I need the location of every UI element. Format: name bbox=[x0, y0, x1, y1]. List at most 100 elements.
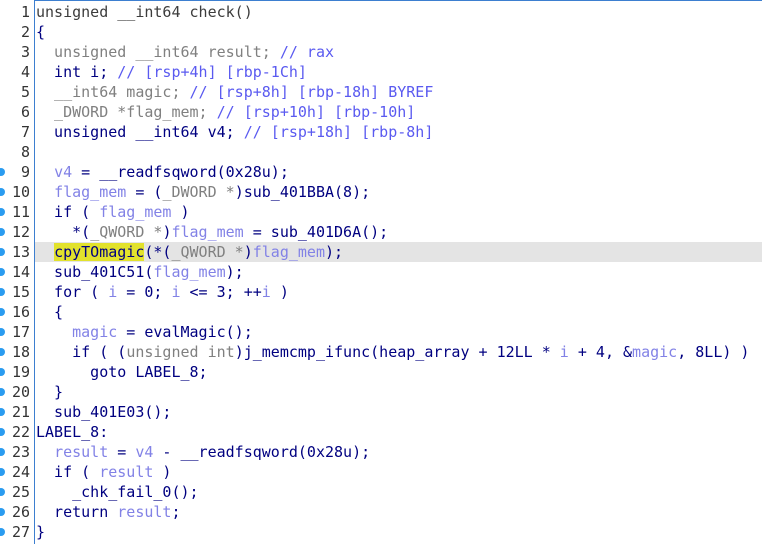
code-token[interactable]: sub_401C51( bbox=[36, 263, 153, 281]
code-token[interactable]: { bbox=[36, 23, 45, 41]
code-line[interactable]: _chk_fail_0(); bbox=[35, 482, 762, 502]
code-token[interactable]: _DWORD * bbox=[162, 183, 234, 201]
code-line[interactable]: int i; // [rsp+4h] [rbp-1Ch] bbox=[35, 62, 762, 82]
code-line[interactable]: v4 = __readfsqword(0x28u); bbox=[35, 162, 762, 182]
code-token[interactable] bbox=[36, 183, 54, 201]
code-token[interactable]: ); bbox=[226, 263, 244, 281]
code-token[interactable]: // [rsp+8h] [rbp-18h] BYREF bbox=[190, 83, 434, 101]
code-line[interactable]: __int64 magic; // [rsp+8h] [rbp-18h] BYR… bbox=[35, 82, 762, 102]
code-token[interactable]: v4 bbox=[135, 443, 153, 461]
code-token[interactable]: _QWORD * bbox=[171, 243, 243, 261]
code-line[interactable]: for ( i = 0; i <= 3; ++i ) bbox=[35, 282, 762, 302]
code-token[interactable]: flag_mem bbox=[153, 263, 225, 281]
code-token[interactable]: i bbox=[171, 283, 180, 301]
code-line[interactable]: } bbox=[35, 382, 762, 402]
code-line[interactable]: if ( (unsigned int)j_memcmp_ifunc(heap_a… bbox=[35, 342, 762, 362]
code-token[interactable]: flag_mem bbox=[253, 243, 325, 261]
code-token[interactable]: LABEL_8: bbox=[36, 423, 108, 441]
code-token[interactable]: magic bbox=[72, 323, 117, 341]
code-token[interactable] bbox=[36, 323, 72, 341]
code-token[interactable]: <= 3; ++ bbox=[181, 283, 262, 301]
code-line[interactable]: sub_401C51(flag_mem); bbox=[35, 262, 762, 282]
code-token[interactable]: // rax bbox=[280, 43, 334, 61]
code-token[interactable]: = evalMagic(); bbox=[117, 323, 252, 341]
code-token[interactable]: { bbox=[36, 303, 63, 321]
code-token[interactable]: goto LABEL_8; bbox=[36, 363, 207, 381]
code-token[interactable]: )sub_401BBA(8); bbox=[235, 183, 370, 201]
pseudocode-view[interactable]: 1 2 3 4 5 6 7 8 9 10 11 12 13 14 15 16 17 18 19 20 21 22 23 24 2… bbox=[0, 0, 762, 544]
code-line[interactable]: { bbox=[35, 302, 762, 322]
code-line[interactable]: unsigned __int64 result; // rax bbox=[35, 42, 762, 62]
code-token[interactable]: i bbox=[262, 283, 271, 301]
code-line[interactable]: LABEL_8: bbox=[35, 422, 762, 442]
code-token[interactable]: = __readfsqword(0x28u); bbox=[72, 163, 289, 181]
code-area[interactable]: unsigned __int64 check() { unsigned __int… bbox=[35, 0, 762, 545]
code-line[interactable]: goto LABEL_8; bbox=[35, 362, 762, 382]
code-token[interactable]: if ( bbox=[36, 203, 99, 221]
code-token[interactable]: sub_401E03(); bbox=[36, 403, 171, 421]
code-token[interactable]: ) bbox=[244, 243, 253, 261]
code-line[interactable]: sub_401E03(); bbox=[35, 402, 762, 422]
code-token[interactable]: ) bbox=[171, 203, 189, 221]
code-line[interactable]: magic = evalMagic(); bbox=[35, 322, 762, 342]
code-line[interactable]: result = v4 - __readfsqword(0x28u); bbox=[35, 442, 762, 462]
code-token[interactable] bbox=[36, 443, 54, 461]
code-token[interactable]: return bbox=[36, 503, 117, 521]
code-token[interactable]: unsigned __int64 result; bbox=[36, 43, 280, 61]
code-token[interactable]: *( bbox=[36, 223, 90, 241]
code-token[interactable]: _chk_fail_0(); bbox=[36, 483, 198, 501]
code-line[interactable]: cpyTOmagic(*(_QWORD *)flag_mem); bbox=[35, 242, 762, 262]
code-token[interactable]: } bbox=[36, 383, 63, 401]
code-token[interactable]: magic bbox=[632, 343, 677, 361]
code-token[interactable]: ) bbox=[271, 283, 289, 301]
code-token[interactable] bbox=[36, 163, 54, 181]
code-token[interactable]: // [rsp+10h] [rbp-10h] bbox=[217, 103, 416, 121]
code-token[interactable]: result bbox=[54, 443, 108, 461]
code-token[interactable]: unsigned __int64 v4; bbox=[36, 123, 244, 141]
code-line[interactable]: if ( result ) bbox=[35, 462, 762, 482]
code-line[interactable]: *(_QWORD *)flag_mem = sub_401D6A(); bbox=[35, 222, 762, 242]
code-token[interactable]: unsigned __int64 check() bbox=[36, 3, 253, 21]
code-token[interactable]: // [rsp+4h] [rbp-1Ch] bbox=[117, 63, 307, 81]
code-token[interactable]: if ( ( bbox=[36, 343, 126, 361]
code-token[interactable]: + 4, & bbox=[569, 343, 632, 361]
code-token[interactable]: , 8LL) ) bbox=[677, 343, 749, 361]
code-line[interactable]: _DWORD *flag_mem; // [rsp+10h] [rbp-10h] bbox=[35, 102, 762, 122]
code-token[interactable]: _DWORD *flag_mem; bbox=[36, 103, 217, 121]
code-line[interactable]: unsigned __int64 v4; // [rsp+18h] [rbp-8… bbox=[35, 122, 762, 142]
code-line[interactable] bbox=[35, 142, 762, 162]
code-token[interactable]: )j_memcmp_ifunc(heap_array + 12LL * bbox=[235, 343, 560, 361]
code-token[interactable] bbox=[36, 243, 54, 261]
code-token[interactable]: } bbox=[36, 523, 45, 541]
code-line[interactable]: flag_mem = (_DWORD *)sub_401BBA(8); bbox=[35, 182, 762, 202]
code-line[interactable]: { bbox=[35, 22, 762, 42]
code-token[interactable]: = bbox=[108, 443, 135, 461]
code-token[interactable]: i bbox=[560, 343, 569, 361]
code-token[interactable]: for ( bbox=[36, 283, 108, 301]
highlighted-token[interactable]: cpyTOmagic bbox=[54, 243, 145, 261]
code-token[interactable]: flag_mem bbox=[99, 203, 171, 221]
code-token[interactable]: __int64 magic; bbox=[36, 83, 190, 101]
code-token[interactable]: int i; bbox=[36, 63, 117, 81]
code-token[interactable]: // [rsp+18h] [rbp-8h] bbox=[244, 123, 434, 141]
code-token[interactable]: flag_mem bbox=[171, 223, 243, 241]
code-line[interactable]: } bbox=[35, 522, 762, 542]
code-token[interactable]: (*( bbox=[144, 243, 171, 261]
code-token[interactable]: ); bbox=[325, 243, 343, 261]
code-line[interactable]: unsigned __int64 check() bbox=[35, 2, 762, 22]
code-token[interactable]: unsigned int bbox=[126, 343, 234, 361]
code-token[interactable]: - __readfsqword(0x28u); bbox=[153, 443, 370, 461]
code-token[interactable]: if ( bbox=[36, 463, 99, 481]
code-line[interactable]: if ( flag_mem ) bbox=[35, 202, 762, 222]
code-token[interactable]: = ( bbox=[126, 183, 162, 201]
code-token[interactable]: v4 bbox=[54, 163, 72, 181]
code-token[interactable]: result bbox=[117, 503, 171, 521]
code-token[interactable]: i bbox=[108, 283, 117, 301]
code-token[interactable]: result bbox=[99, 463, 153, 481]
code-token[interactable]: ) bbox=[153, 463, 171, 481]
code-line[interactable]: return result; bbox=[35, 502, 762, 522]
code-token[interactable]: = sub_401D6A(); bbox=[244, 223, 388, 241]
code-token[interactable]: = 0; bbox=[117, 283, 171, 301]
code-token[interactable]: _QWORD * bbox=[90, 223, 162, 241]
code-token[interactable]: flag_mem bbox=[54, 183, 126, 201]
